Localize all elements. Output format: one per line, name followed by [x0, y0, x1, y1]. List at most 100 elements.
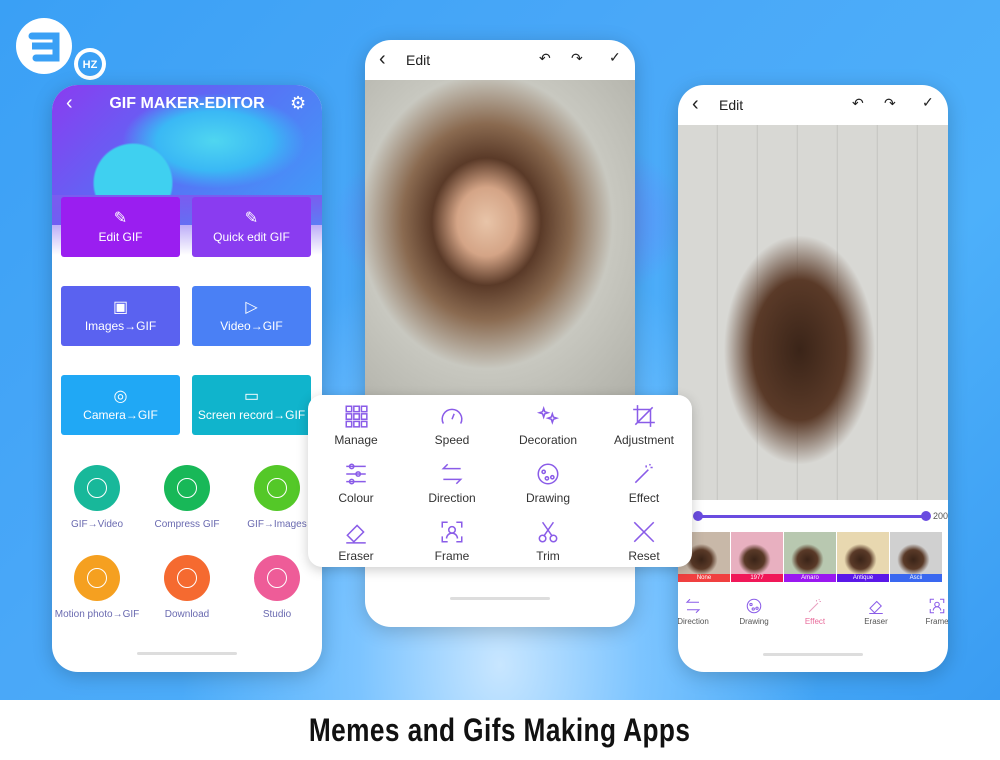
tool-drawing[interactable]: Drawing: [500, 461, 596, 505]
tool-eraser[interactable]: Eraser: [308, 519, 404, 563]
drawing-icon: [746, 598, 762, 614]
gear-icon[interactable]: ⚙: [290, 93, 306, 114]
filter-strip: None 1977 Amaro Antique Ascii: [678, 532, 948, 582]
button-label: Edit GIF: [98, 229, 143, 244]
tool-frame[interactable]: Frame: [404, 519, 500, 563]
tool-speed[interactable]: Speed: [404, 403, 500, 447]
photo-preview: [365, 80, 635, 395]
bottom-tool-eraser[interactable]: Eraser: [846, 597, 906, 626]
undo-icon[interactable]: ↶: [539, 50, 551, 67]
filter-label: Antique: [837, 574, 889, 582]
tool-label: Manage: [334, 433, 378, 447]
edit-header: ‹ Edit ↶ ↷ ✓: [678, 85, 948, 125]
circle-label: Motion photo→GIF: [54, 609, 140, 620]
filter-antique[interactable]: Antique: [837, 532, 889, 582]
button-label: Camera→GIF: [83, 407, 158, 422]
tool-manage[interactable]: Manage: [308, 403, 404, 447]
app-title: GIF MAKER-EDITOR: [109, 95, 265, 112]
circle-label: GIF→Video: [70, 519, 124, 530]
brush-icon: ✎: [244, 209, 259, 227]
tool-label: Frame: [925, 617, 948, 626]
frame-icon: [441, 521, 463, 543]
bottom-tool-frame[interactable]: Frame: [907, 597, 948, 626]
filter-amaro[interactable]: Amaro: [784, 532, 836, 582]
filter-label: 1977: [731, 574, 783, 582]
circle-label: Download: [164, 609, 210, 620]
undo-icon[interactable]: ↶: [852, 95, 864, 112]
circle-button-compress-gif[interactable]: [164, 465, 210, 511]
back-icon[interactable]: ‹: [692, 94, 699, 114]
tool-reset[interactable]: Reset: [596, 519, 692, 563]
circle-button-gif-images[interactable]: [254, 465, 300, 511]
photo-preview: [678, 125, 948, 500]
check-icon[interactable]: ✓: [609, 49, 621, 66]
circle-button-gif-video[interactable]: [74, 465, 120, 511]
button-video-gif[interactable]: ▷ Video→GIF: [192, 286, 311, 346]
button-label: Images→GIF: [84, 318, 157, 333]
drawing-icon: [537, 463, 559, 485]
button-edit-gif[interactable]: ✎ Edit GIF: [61, 197, 180, 257]
button-quick-edit-gif[interactable]: ✎ Quick edit GIF: [192, 197, 311, 257]
redo-icon[interactable]: ↷: [884, 95, 896, 112]
action-icon: [87, 478, 107, 498]
button-screen-record-gif[interactable]: ▭ Screen record→GIF: [192, 375, 311, 435]
eraser-icon: [869, 600, 883, 615]
tool-trim[interactable]: Trim: [500, 519, 596, 563]
tool-decoration[interactable]: Decoration: [500, 403, 596, 447]
colour-icon: [346, 463, 366, 485]
direction-icon: [685, 598, 701, 614]
home-bar: [763, 653, 863, 656]
tool-colour[interactable]: Colour: [308, 461, 404, 505]
adjustment-icon: [633, 405, 655, 427]
image-icon: ▣: [112, 298, 129, 316]
circle-button-motion-photo-gif[interactable]: [74, 555, 120, 601]
circle-button-studio[interactable]: [254, 555, 300, 601]
slider-end-handle[interactable]: [921, 511, 931, 521]
edit-title: Edit: [406, 52, 431, 68]
caption: Memes and Gifs Making Apps: [0, 700, 1000, 760]
direction-icon: [441, 463, 463, 485]
slider-start-handle[interactable]: [693, 511, 703, 521]
bottom-tool-effect[interactable]: Effect: [785, 597, 845, 626]
tool-label: Trim: [536, 549, 560, 563]
bottom-tool-direction[interactable]: Direction: [678, 597, 723, 626]
frame-range-slider[interactable]: [693, 511, 931, 521]
tool-label: Drawing: [525, 491, 570, 505]
circle-button-download[interactable]: [164, 555, 210, 601]
tool-label: Adjustment: [613, 433, 675, 447]
speed-icon: [441, 408, 463, 424]
button-camera-gif[interactable]: ◎ Camera→GIF: [61, 375, 180, 435]
filter-1977[interactable]: 1977: [731, 532, 783, 582]
redo-icon[interactable]: ↷: [571, 50, 583, 67]
play-icon: ▷: [245, 298, 258, 316]
tool-label: Direction: [678, 617, 709, 626]
action-icon: [177, 478, 197, 498]
tool-adjustment[interactable]: Adjustment: [596, 403, 692, 447]
eraser-icon: [346, 524, 366, 544]
reset-icon: [633, 521, 655, 543]
tool-label: Effect: [804, 617, 826, 626]
back-icon[interactable]: ‹: [379, 49, 386, 69]
svg-text:HZ: HZ: [83, 59, 98, 71]
button-images-gif[interactable]: ▣ Images→GIF: [61, 286, 180, 346]
action-icon: [177, 568, 197, 588]
edit-title: Edit: [719, 97, 744, 113]
bottom-tool-drawing[interactable]: Drawing: [724, 597, 784, 626]
filter-label: None: [678, 574, 730, 582]
frame-icon: [929, 598, 945, 614]
tool-label: Eraser: [864, 617, 888, 626]
edit-header: ‹ Edit ↶ ↷ ✓: [365, 40, 635, 80]
tools-panel: Manage Speed Decoration Adjustment Colour Dir…: [308, 395, 692, 567]
action-icon: [267, 568, 287, 588]
action-icon: [267, 478, 287, 498]
gif-maker-screen: ‹ GIF MAKER-EDITOR ⚙ ✎ Edit GIF ✎ Quick edi…: [52, 85, 322, 672]
filter-ascii[interactable]: Ascii: [890, 532, 942, 582]
circle-label: Compress GIF: [154, 519, 220, 530]
tool-direction[interactable]: Direction: [404, 461, 500, 505]
site-logo: HZ: [14, 18, 114, 85]
check-icon[interactable]: ✓: [922, 94, 934, 111]
tool-label: Decoration: [518, 433, 578, 447]
effect-icon: [808, 598, 821, 613]
tool-effect[interactable]: Effect: [596, 461, 692, 505]
home-bar: [450, 597, 550, 600]
